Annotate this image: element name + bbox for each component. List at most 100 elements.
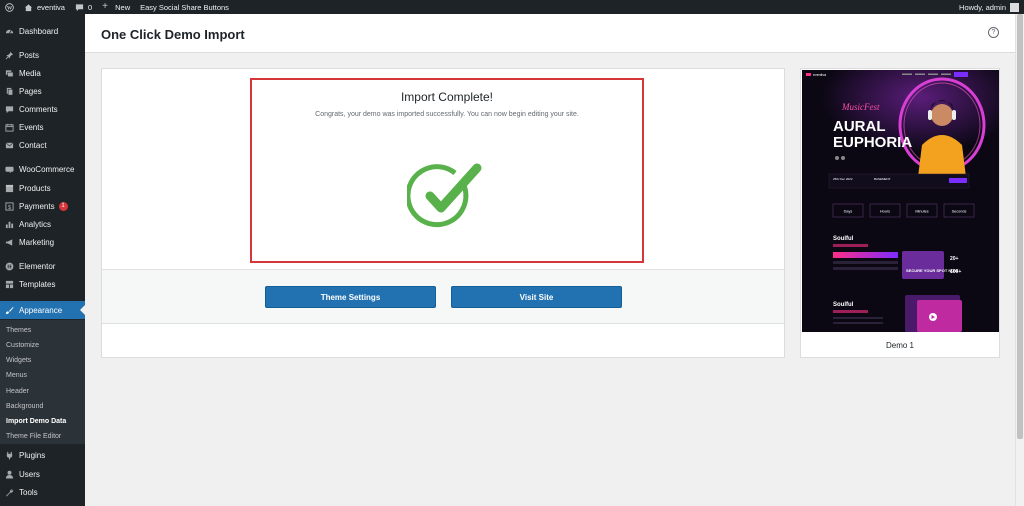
megaphone-icon [5, 238, 14, 247]
plugin-link-label: Easy Social Share Buttons [140, 2, 229, 12]
site-name-link[interactable]: eventiva [19, 0, 70, 14]
user-icon [5, 470, 14, 479]
sidebar-item-elementor[interactable]: Elementor [0, 257, 85, 275]
plugin-link[interactable]: Easy Social Share Buttons [135, 0, 234, 14]
thumb-stat-2: 100+ [950, 269, 961, 275]
submenu-item-widgets[interactable]: Widgets [6, 353, 31, 367]
thumb-headline-1: AURAL [833, 118, 886, 135]
sidebar-item-label: Posts [19, 50, 40, 60]
thumb-script-text: MusicFest [841, 102, 880, 112]
new-content-link[interactable]: + New [97, 0, 135, 14]
submenu-item-import-demo-data[interactable]: Import Demo Data [6, 414, 66, 428]
sidebar-item-label: Elementor [19, 261, 56, 271]
sidebar-item-label: Products [19, 183, 51, 193]
sidebar-item-plugins[interactable]: Plugins [0, 446, 85, 464]
sidebar-item-pages[interactable]: Pages [0, 82, 85, 100]
import-complete-box: Import Complete! Congrats, your demo was… [250, 78, 644, 263]
wordpress-logo-button[interactable]: W [0, 0, 19, 14]
sidebar-item-label: Plugins [19, 450, 46, 460]
paintbrush-icon [5, 306, 14, 315]
sidebar-item-label: Marketing [19, 237, 55, 247]
site-name-label: eventiva [37, 2, 65, 12]
sidebar-item-label: Users [19, 469, 40, 479]
demo-thumbnail[interactable]: eventiva MusicFest AURAL EUPHORIA 25th D… [802, 70, 999, 332]
svg-text:W: W [7, 5, 13, 11]
demo-card[interactable]: eventiva MusicFest AURAL EUPHORIA 25th D… [800, 68, 1000, 358]
submenu-item-theme-file-editor[interactable]: Theme File Editor [6, 429, 61, 443]
sidebar-item-products[interactable]: Products [0, 179, 85, 197]
help-icon[interactable]: ? [988, 27, 999, 38]
account-menu[interactable]: Howdy, admin [954, 0, 1024, 14]
thumb-headline-2: EUPHORIA [833, 134, 912, 151]
sidebar-item-analytics[interactable]: Analytics [0, 215, 85, 233]
sidebar-item-dashboard[interactable]: Dashboard [0, 22, 85, 40]
sidebar-item-posts[interactable]: Posts [0, 46, 85, 64]
sidebar-item-label: Analytics [19, 219, 52, 229]
demo-preview-image: eventiva MusicFest AURAL EUPHORIA 25th D… [802, 70, 999, 332]
pages-icon [5, 87, 14, 96]
visit-site-button[interactable]: Visit Site [451, 286, 622, 308]
comments-count: 0 [87, 2, 93, 12]
sidebar-item-events[interactable]: Events [0, 118, 85, 136]
page-title: One Click Demo Import [101, 27, 245, 42]
sidebar-item-templates[interactable]: Templates [0, 275, 85, 293]
thumb-countdown-seconds: Seconds [952, 210, 967, 214]
submenu-item-menus[interactable]: Menus [6, 368, 27, 382]
page-header: One Click Demo Import ? [85, 14, 1015, 53]
products-icon [5, 184, 14, 193]
sidebar-item-tools[interactable]: Tools [0, 483, 85, 501]
comments-icon [5, 105, 14, 114]
submenu-item-header[interactable]: Header [6, 384, 29, 398]
comments-link[interactable]: 0 [70, 0, 97, 14]
notification-badge: 1 [58, 201, 68, 211]
sidebar-item-label: WooCommerce [19, 164, 75, 174]
plus-icon: + [102, 0, 108, 12]
sidebar-item-label: Payments [19, 201, 55, 211]
sidebar-item-woocommerce[interactable]: WooCommerce [0, 160, 85, 178]
theme-settings-button[interactable]: Theme Settings [265, 286, 436, 308]
success-checkmark-icon [407, 163, 482, 228]
actions-area [102, 269, 784, 324]
sidebar-item-contact[interactable]: Contact [0, 136, 85, 154]
submenu-item-customize[interactable]: Customize [6, 338, 39, 352]
sidebar-item-label: Pages [19, 86, 42, 96]
sidebar-item-media[interactable]: Media [0, 64, 85, 82]
dashboard-icon [5, 27, 14, 36]
sidebar-item-label: Media [19, 68, 41, 78]
sidebar-item-label: Tools [19, 487, 38, 497]
new-label: New [115, 2, 131, 12]
sidebar-item-users[interactable]: Users [0, 465, 85, 483]
submenu-item-themes[interactable]: Themes [6, 323, 31, 337]
sidebar-item-marketing[interactable]: Marketing [0, 233, 85, 251]
avatar [1010, 2, 1019, 12]
calendar-icon [5, 123, 14, 132]
mail-icon [5, 141, 14, 150]
thumb-brand: eventiva [813, 73, 826, 77]
home-icon [24, 3, 33, 11]
demo-name: Demo 1 [885, 341, 914, 350]
analytics-icon [5, 220, 14, 229]
submenu-item-background[interactable]: Background [6, 399, 43, 413]
scrollbar-thumb[interactable] [1017, 14, 1023, 439]
elementor-icon [5, 262, 14, 271]
result-title: Import Complete! [400, 90, 494, 104]
plug-icon [5, 451, 14, 460]
thumb-section-title-2: Soulful [833, 302, 854, 308]
sidebar-item-payments[interactable]: $ Payments 1 [0, 197, 85, 215]
thumb-stat-1: 20+ [950, 256, 959, 262]
result-message: Congrats, your demo was imported success… [315, 111, 579, 118]
page-scrollbar[interactable] [1015, 14, 1024, 506]
thumb-countdown-minutes: Minutes [915, 210, 928, 214]
payments-icon: $ [5, 201, 14, 211]
wordpress-icon: W [5, 2, 14, 12]
thumb-countdown-hours: Hours [880, 210, 890, 214]
sidebar-item-comments[interactable]: Comments [0, 100, 85, 118]
sidebar-item-appearance[interactable]: Appearance [0, 301, 85, 319]
appearance-submenu: Themes Customize Widgets Menus Header Ba… [0, 320, 85, 444]
media-icon [5, 69, 14, 78]
woocommerce-icon [5, 165, 14, 174]
sidebar-item-label: Comments [19, 104, 58, 114]
thumb-venue: BASEMENT [874, 177, 891, 181]
comment-bubble-icon [75, 3, 84, 11]
sidebar-item-label: Contact [19, 140, 47, 150]
